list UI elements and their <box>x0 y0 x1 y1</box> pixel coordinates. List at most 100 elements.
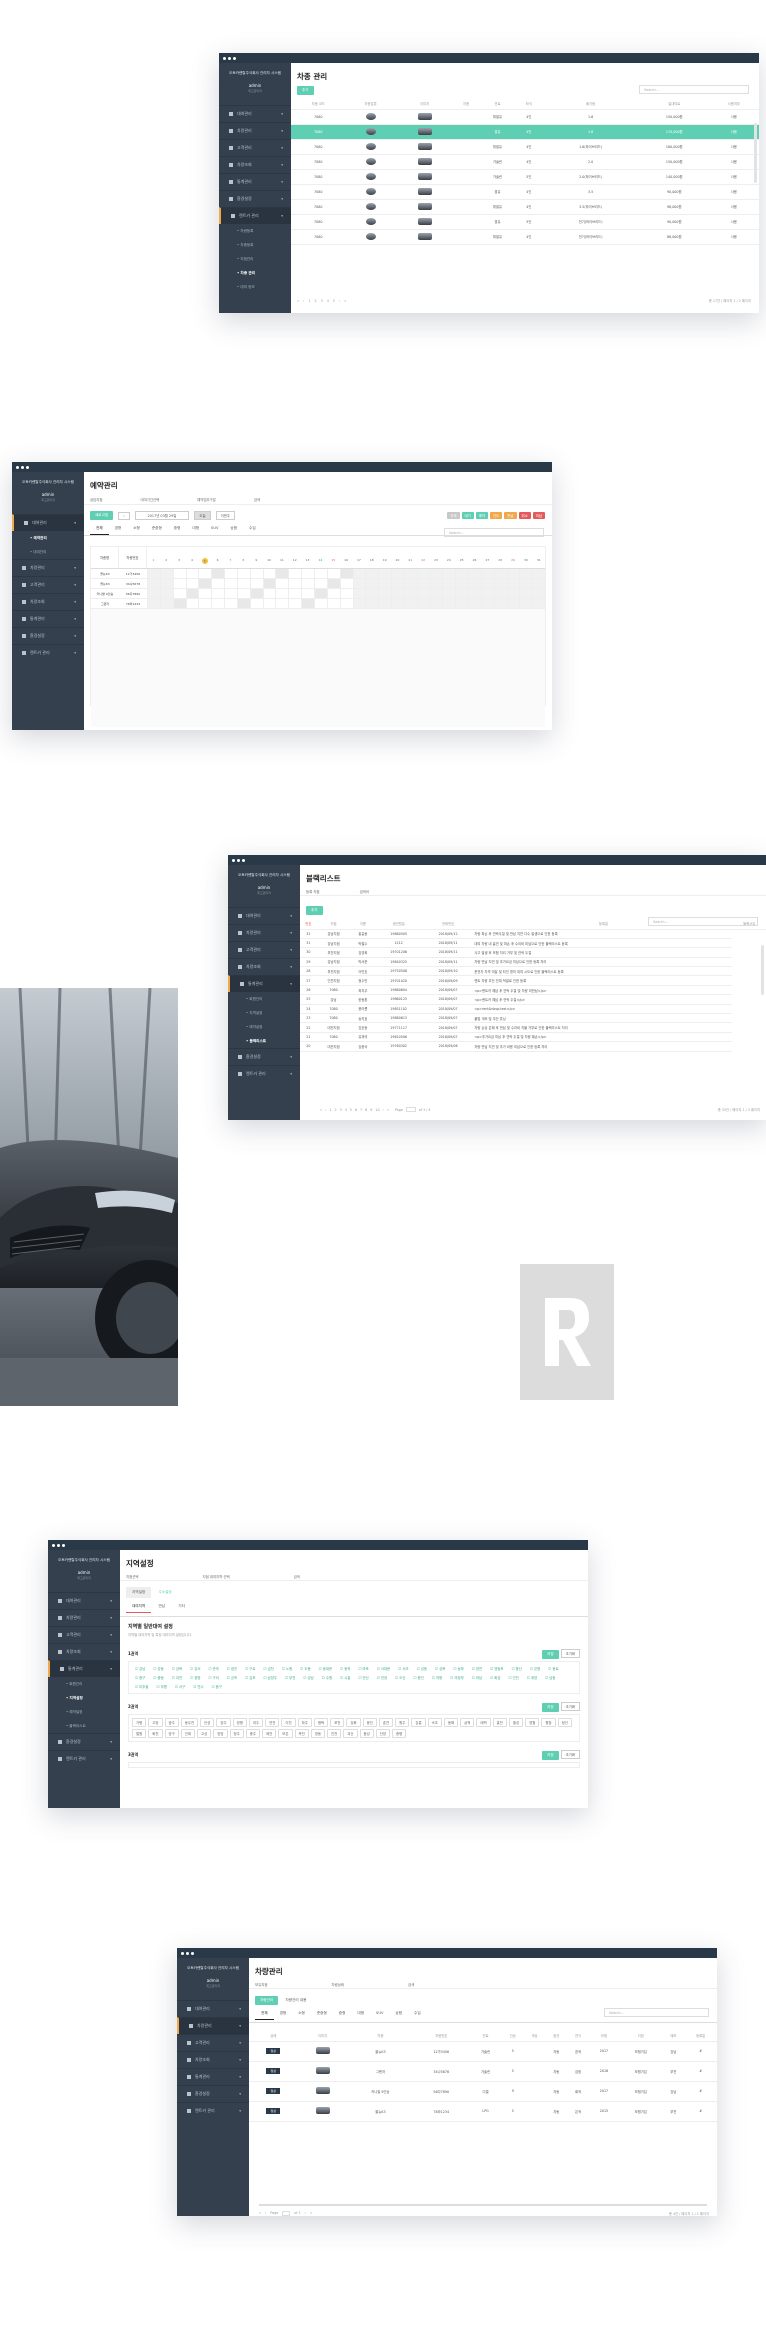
slot-cell[interactable] <box>326 599 340 608</box>
slot-cell[interactable] <box>480 569 494 578</box>
page-link[interactable]: « <box>297 299 299 303</box>
region-checkbox[interactable]: 평창 <box>541 1718 556 1727</box>
slot-cell[interactable] <box>506 589 520 598</box>
slot-cell[interactable] <box>378 569 392 578</box>
region-checkbox[interactable]: ☑ 성동 <box>414 1665 430 1672</box>
region-checkbox[interactable]: ☑ 중구 <box>209 1683 225 1690</box>
slot-cell[interactable] <box>391 579 404 588</box>
table-row[interactable]: 23 7080 송지효 19880613 2018/09/07 불법 개조 및 무단 튜닝 <box>300 1013 766 1024</box>
slot-cell[interactable] <box>519 599 533 608</box>
page-link[interactable]: » <box>344 299 346 303</box>
scrollbar[interactable] <box>761 945 764 995</box>
reset-button[interactable]: 초기화 <box>560 1702 580 1711</box>
slot-cell[interactable] <box>147 579 160 588</box>
legend-chip[interactable]: 미납 <box>532 512 545 519</box>
submenu-blacklist[interactable]: • 블랙리스트 <box>48 1719 120 1733</box>
region-checkbox[interactable]: ☑ 부천 <box>282 1674 298 1681</box>
slot-cell[interactable] <box>352 569 366 578</box>
day-cell[interactable]: 18 <box>365 547 378 568</box>
slot-cell[interactable] <box>288 579 302 588</box>
column-header[interactable]: 생년월일 <box>375 919 422 930</box>
region-checkbox[interactable]: ☑ 강남 <box>132 1665 148 1672</box>
day-cell[interactable]: 9 <box>250 547 263 568</box>
filter-branch[interactable]: 등록 지점 <box>306 889 320 894</box>
company-logo[interactable]: 오토카렌탈주식회사 관리자 시스템 <box>219 63 291 79</box>
tab-category[interactable]: 소형 <box>292 2008 311 2019</box>
region-checkbox[interactable]: 원주 <box>395 1718 410 1727</box>
region-checkbox[interactable]: ☑ 과천 <box>169 1674 185 1681</box>
day-cell[interactable]: 30 <box>519 547 532 568</box>
tab-category[interactable]: 승합 <box>389 2008 408 2019</box>
column-header[interactable]: 등록일 <box>684 2031 717 2042</box>
add-button[interactable]: 추가 <box>306 906 323 915</box>
sidebar-item-settings[interactable]: 환경설정 ▾ <box>228 1048 300 1065</box>
region-checkbox[interactable]: ☑ 화성 <box>487 1674 503 1681</box>
filter-status[interactable]: 차량상태 <box>331 1982 343 1987</box>
column-header[interactable]: 일대여료 <box>639 99 709 110</box>
table-row[interactable]: 정상 그랜저 34나5678 가솔린 5 자동 검정 2016 보험가입 부천 # <box>249 2061 717 2082</box>
page-link[interactable]: ‹ <box>325 1108 326 1112</box>
column-header[interactable]: 옵션 <box>545 2031 568 2042</box>
column-header[interactable]: 연료 <box>478 99 517 110</box>
calendar-row[interactable]: 카니발 9인승 56다7890 <box>91 589 546 599</box>
region-checkbox[interactable]: 보은 <box>278 1729 293 1738</box>
table-row[interactable]: 26 7080 최지우 19880604 2018/09/07 <p>렌트카 예납 후 연… <box>300 985 766 996</box>
day-cell[interactable]: 8 <box>237 547 250 568</box>
region-checkbox[interactable]: ☑ 영등포 <box>487 1665 506 1672</box>
column-header[interactable]: 이름 <box>350 919 376 930</box>
slot-cell[interactable] <box>236 569 250 578</box>
region-checkbox[interactable]: 강릉 <box>411 1718 426 1727</box>
region-checkbox[interactable]: ☑ 시흥 <box>337 1674 353 1681</box>
tab-category[interactable]: 수입 <box>243 523 262 534</box>
region-checkbox[interactable]: 파주 <box>297 1718 312 1727</box>
slot-cell[interactable] <box>288 589 302 598</box>
region-checkbox[interactable]: 양구 <box>164 1729 179 1738</box>
region-checkbox[interactable]: ☑ 연수 <box>190 1683 206 1690</box>
table-row[interactable]: 24 7080 윤아름 19851102 2018/09/07 <p>rent&nbsp;… <box>300 1004 766 1015</box>
sidebar-item-stats[interactable]: 통계관리 ▾ <box>219 173 291 190</box>
week-button[interactable]: 이번주 <box>215 511 235 520</box>
slot-cell[interactable] <box>275 599 289 608</box>
calendar-row[interactable]: 올뉴K3 34나5678 <box>91 579 546 589</box>
region-checkbox[interactable]: 포천 <box>330 1718 345 1727</box>
tab-category[interactable]: 승합 <box>224 523 243 534</box>
slot-cell[interactable] <box>480 599 494 608</box>
slot-cell[interactable] <box>365 569 379 578</box>
sidebar-item-rentcar[interactable]: 렌트카 관리 ▾ <box>12 644 84 661</box>
region-checkbox[interactable]: ☑ 서구 <box>172 1683 188 1690</box>
submenu-reservation-setting[interactable]: • 예약설정 <box>48 1705 120 1719</box>
slot-cell[interactable] <box>236 579 250 588</box>
day-cell[interactable]: 17 <box>353 547 366 568</box>
status-badge[interactable]: 정상 <box>266 2048 280 2054</box>
slot-cell[interactable] <box>262 579 276 588</box>
column-header[interactable]: 보험 <box>588 2031 619 2042</box>
slot-cell[interactable] <box>403 579 417 588</box>
day-cell[interactable]: 24 <box>442 547 455 568</box>
column-header[interactable]: 좌석 <box>516 99 542 110</box>
legend-chip[interactable]: 대기 <box>461 512 474 519</box>
table-row[interactable]: 20 대전지점 김종국 19760302 2018/09/06 차량 반납 지연 및 추가… <box>300 1041 766 1052</box>
slot-cell[interactable] <box>172 569 186 578</box>
slot-cell[interactable] <box>159 569 173 578</box>
slot-cell[interactable] <box>506 599 520 608</box>
submenu-blacklist[interactable]: • 블랙리스트 <box>228 1034 300 1048</box>
region-checkbox[interactable]: ☑ 은평 <box>527 1665 543 1672</box>
region-checkbox[interactable]: ☑ 용산 <box>509 1665 525 1672</box>
slot-cell[interactable] <box>416 579 430 588</box>
status-badge[interactable]: 정상 <box>266 2088 280 2094</box>
horizontal-scrollbar[interactable] <box>259 2204 707 2206</box>
page-link[interactable]: « <box>320 1108 322 1112</box>
tab-category[interactable]: 경형 <box>109 523 128 534</box>
slot-cell[interactable] <box>339 589 353 598</box>
page-link[interactable]: 3 <box>321 299 323 303</box>
region-checkbox[interactable]: ☑ 계양 <box>524 1674 540 1681</box>
region-checkbox[interactable]: 속초 <box>427 1718 442 1727</box>
region-checkbox[interactable]: ☑ 노원 <box>279 1665 295 1672</box>
tab-category[interactable]: 전체 <box>255 2008 274 2020</box>
add-button[interactable]: 추가 <box>297 86 314 95</box>
page-link[interactable]: 4 <box>327 299 329 303</box>
sidebar-item-lookup[interactable]: 차량조회 ▾ <box>12 593 84 610</box>
company-logo[interactable]: 오토카렌탈주식회사 관리자 시스템 <box>48 1550 120 1566</box>
page-link[interactable]: 5 <box>333 299 335 303</box>
slot-cell[interactable] <box>455 569 469 578</box>
